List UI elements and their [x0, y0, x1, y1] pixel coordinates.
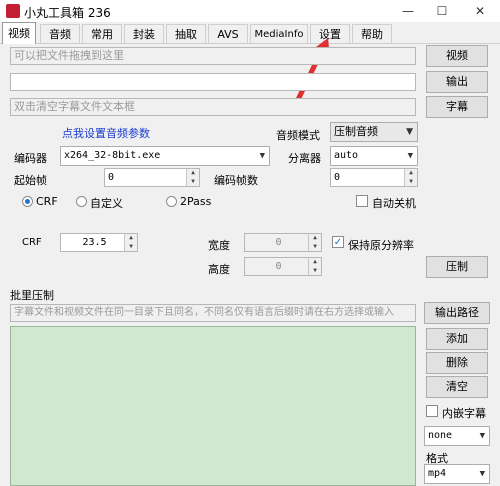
height-value: 0: [275, 261, 282, 272]
encode-frames-spinbox[interactable]: 0 ▲ ▼: [330, 168, 418, 187]
chevron-down-icon: ▼: [407, 151, 413, 161]
encode-frames-label: 编码帧数: [214, 174, 258, 187]
crf-spinbox[interactable]: 23.5 ▲ ▼: [60, 233, 138, 252]
tab-avs[interactable]: AVS: [208, 24, 248, 43]
spin-arrows-icon[interactable]: ▲ ▼: [124, 234, 137, 251]
encoder-value: x264_32-8bit.exe: [64, 150, 161, 161]
spin-arrows-icon[interactable]: ▲ ▼: [186, 169, 199, 186]
radio-crf-label: CRF: [36, 195, 58, 208]
tab-help[interactable]: 帮助: [352, 24, 392, 43]
encode-button[interactable]: 压制: [426, 256, 488, 278]
chevron-down-icon: ▼: [479, 431, 485, 441]
height-label: 高度: [208, 263, 230, 276]
audio-params-link[interactable]: 点我设置音频参数: [62, 125, 150, 141]
app-icon: [6, 4, 20, 18]
output-path-button[interactable]: 输出路径: [424, 302, 490, 324]
radio-custom-label: 自定义: [90, 197, 123, 210]
start-frame-spinbox[interactable]: 0 ▲ ▼: [104, 168, 200, 187]
radio-2pass-label: 2Pass: [180, 195, 212, 208]
tab-video[interactable]: 视频: [2, 22, 36, 44]
subtitle-lang-value: none: [428, 430, 453, 441]
spin-arrows-icon[interactable]: ▲ ▼: [308, 234, 321, 251]
splitter-select[interactable]: auto ▼: [330, 146, 418, 166]
height-spinbox[interactable]: 0 ▲ ▼: [244, 257, 322, 276]
format-select[interactable]: mp4 ▼: [424, 464, 490, 484]
audio-mode-value: 压制音频: [334, 125, 378, 138]
auto-shutdown-label: 自动关机: [372, 197, 416, 210]
splitter-value: auto: [334, 150, 359, 161]
close-button[interactable]: ✕: [462, 1, 498, 21]
subtitle-lang-select[interactable]: none ▼: [424, 426, 490, 446]
keep-resolution-checkbox[interactable]: ✓: [332, 236, 344, 248]
spin-arrows-icon[interactable]: ▲ ▼: [308, 258, 321, 275]
video-button[interactable]: 视频: [426, 45, 488, 67]
tab-mux[interactable]: 封装: [124, 24, 164, 43]
batch-file-list[interactable]: [10, 326, 416, 486]
start-frame-label: 起始帧: [14, 174, 47, 187]
spin-arrows-icon[interactable]: ▲ ▼: [404, 169, 417, 186]
splitter-label: 分离器: [288, 152, 321, 165]
audio-mode-label: 音频模式: [276, 129, 320, 142]
window-title: 小丸工具箱 236: [24, 6, 111, 20]
width-spinbox[interactable]: 0 ▲ ▼: [244, 233, 322, 252]
width-value: 0: [275, 237, 282, 248]
chevron-down-icon: ▼: [259, 151, 265, 161]
encoder-select[interactable]: x264_32-8bit.exe ▼: [60, 146, 270, 166]
crf-value: 23.5: [82, 237, 107, 248]
encoder-label: 编码器: [14, 152, 47, 165]
subtitle-field[interactable]: 双击清空字幕文件文本框: [10, 98, 416, 116]
minimize-button[interactable]: —: [390, 1, 426, 21]
auto-shutdown-checkbox[interactable]: [356, 195, 368, 207]
batch-hint-field[interactable]: 字幕文件和视频文件在同一目录下且同名，不同名仅有语言后缀时请在右方选择或输入: [10, 304, 416, 322]
radio-crf[interactable]: [22, 196, 33, 207]
start-frame-value: 0: [108, 172, 115, 183]
embed-subtitle-checkbox[interactable]: [426, 405, 438, 417]
subtitle-button[interactable]: 字幕: [426, 96, 488, 118]
delete-button[interactable]: 删除: [426, 352, 488, 374]
output-field[interactable]: [10, 73, 416, 91]
tab-common[interactable]: 常用: [82, 24, 122, 43]
chevron-down-icon: ▼: [479, 469, 485, 479]
drop-file-field[interactable]: 可以把文件拖拽到这里: [10, 47, 416, 65]
clear-button[interactable]: 清空: [426, 376, 488, 398]
tab-extract[interactable]: 抽取: [166, 24, 206, 43]
tab-audio[interactable]: 音频: [40, 24, 80, 43]
radio-2pass[interactable]: [166, 196, 177, 207]
keep-resolution-label: 保持原分辨率: [348, 239, 414, 252]
embed-subtitle-label: 内嵌字幕: [442, 407, 486, 420]
audio-mode-select[interactable]: 压制音频 ▼: [330, 122, 418, 142]
radio-custom[interactable]: [76, 196, 87, 207]
maximize-button[interactable]: ☐: [424, 1, 460, 21]
format-value: mp4: [428, 468, 447, 479]
crf-label: CRF: [22, 237, 42, 248]
batch-section-label: 批里压制: [10, 289, 54, 302]
encode-frames-value: 0: [334, 172, 341, 183]
output-button[interactable]: 输出: [426, 71, 488, 93]
width-label: 宽度: [208, 239, 230, 252]
chevron-down-icon: ▼: [406, 127, 413, 137]
add-button[interactable]: 添加: [426, 328, 488, 350]
